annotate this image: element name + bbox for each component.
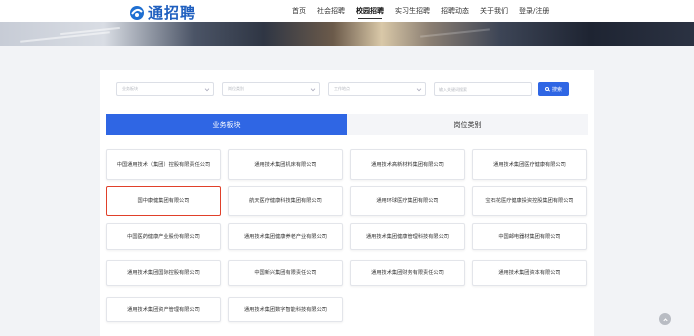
location-select-placeholder: 工作地点 <box>334 86 350 91</box>
company-card[interactable]: 通用技术集团财务有限责任公司 <box>350 260 465 286</box>
filter-bar: 业务板块 岗位类别 工作地点 搜索 <box>116 82 569 96</box>
main-nav: 首页 社会招聘 校园招聘 实习生招聘 招聘动态 关于我们 登录/注册 <box>292 0 560 22</box>
arrow-up-icon <box>662 317 668 323</box>
tab-job-category[interactable]: 岗位类别 <box>347 114 588 135</box>
category-select-placeholder: 岗位类别 <box>228 86 244 91</box>
company-card[interactable]: 通用技术高新材料集团有限公司 <box>350 149 465 180</box>
company-card[interactable]: 国中康健集团有限公司 <box>106 186 221 216</box>
nav-item[interactable]: 实习生招聘 <box>395 0 430 22</box>
company-card[interactable]: 通用技术集团健康养老产业有限公司 <box>228 223 343 250</box>
category-select[interactable]: 岗位类别 <box>222 82 320 96</box>
recruitment-panel: 业务板块 岗位类别 工作地点 搜索 业务板块 岗位类别 中国通用技术（集团）控股… <box>100 70 594 336</box>
tab-business[interactable]: 业务板块 <box>106 114 347 135</box>
search-icon <box>544 87 549 91</box>
site-logo[interactable]: 通招聘 <box>128 2 196 23</box>
company-card[interactable]: 宝石花医疗健康投资控股集团有限公司 <box>472 186 587 216</box>
company-card[interactable]: 中国通用技术（集团）控股有限责任公司 <box>106 149 221 180</box>
company-card[interactable]: 通用环球医疗集团有限公司 <box>350 186 465 216</box>
location-select[interactable]: 工作地点 <box>328 82 426 96</box>
company-card[interactable]: 通用技术集团数字智能科技有限公司 <box>228 297 343 322</box>
company-card[interactable]: 中国新兴集团有限责任公司 <box>228 260 343 286</box>
chevron-down-icon <box>416 86 422 92</box>
chevron-down-icon <box>310 86 316 92</box>
nav-item[interactable]: 社会招聘 <box>317 0 345 22</box>
hero-banner <box>0 22 694 46</box>
company-card[interactable]: 通用技术集团机床有限公司 <box>228 149 343 180</box>
company-card[interactable]: 航天医疗健康科技集团有限公司 <box>228 186 343 216</box>
company-card[interactable]: 通用技术集团资本有限公司 <box>472 260 587 286</box>
company-card[interactable]: 通用技术集团国际控股有限公司 <box>106 260 221 286</box>
tab-job-category-label: 岗位类别 <box>453 120 482 129</box>
logo-icon <box>128 5 146 21</box>
search-button[interactable]: 搜索 <box>538 82 569 96</box>
nav-item[interactable]: 招聘动态 <box>441 0 469 22</box>
company-card[interactable]: 通用技术集团健康管理科技有限公司 <box>350 223 465 250</box>
nav-item[interactable]: 校园招聘 <box>356 0 384 22</box>
keyword-search-input[interactable] <box>434 82 532 96</box>
tab-business-label: 业务板块 <box>212 120 241 129</box>
nav-item[interactable]: 首页 <box>292 0 306 22</box>
top-navigation-bar: 通招聘 首页 社会招聘 校园招聘 实习生招聘 招聘动态 关于我们 登录/注册 <box>0 0 694 22</box>
nav-item[interactable]: 关于我们 <box>480 0 508 22</box>
logo-text: 通招聘 <box>148 4 197 22</box>
business-select-placeholder: 业务板块 <box>122 86 138 91</box>
business-select[interactable]: 业务板块 <box>116 82 214 96</box>
search-button-label: 搜索 <box>551 86 562 93</box>
back-to-top-button[interactable] <box>659 313 671 325</box>
company-card[interactable]: 中国邮电器材集团有限公司 <box>472 223 587 250</box>
company-card[interactable]: 通用技术集团医疗健康有限公司 <box>472 149 587 180</box>
company-card[interactable]: 通用技术集团资产管理有限公司 <box>106 297 221 322</box>
company-card[interactable]: 中国医药健康产业股份有限公司 <box>106 223 221 250</box>
tab-bar: 业务板块 岗位类别 <box>106 114 588 135</box>
nav-item[interactable]: 登录/注册 <box>519 0 549 22</box>
chevron-down-icon <box>204 86 210 92</box>
